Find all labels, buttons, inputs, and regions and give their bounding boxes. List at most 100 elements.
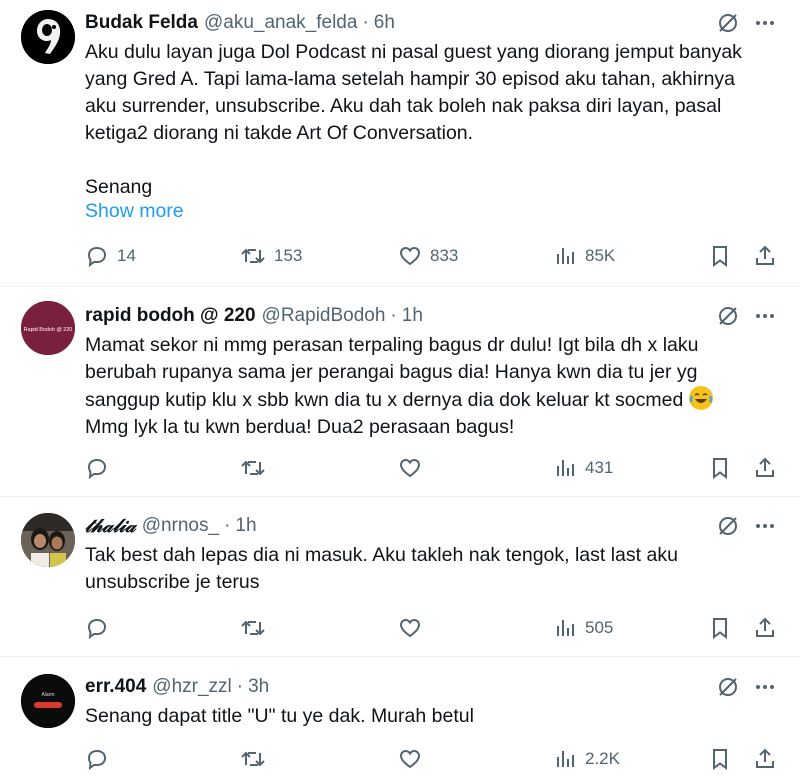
views-bars-icon	[557, 460, 574, 476]
timestamp[interactable]: 6h	[374, 12, 395, 34]
more-dots-icon[interactable]	[754, 515, 776, 537]
like-button[interactable]	[398, 454, 430, 482]
user-handle[interactable]: @aku_anak_felda	[204, 12, 357, 34]
retweet-count: 153	[274, 246, 303, 265]
views-bars-icon	[557, 620, 574, 636]
action-bar: 431	[85, 454, 777, 482]
retweet-button[interactable]	[240, 614, 274, 642]
tweet-line: aku surrender, unsubscribe. Aku dah tak …	[85, 95, 722, 117]
reply-count: 14	[117, 246, 136, 265]
tweet-text: Aku dulu layan juga Dol Podcast ni pasal…	[85, 39, 775, 201]
retweet-icon	[241, 460, 265, 476]
views-count: 505	[585, 618, 614, 637]
retweet-button[interactable]	[240, 745, 274, 773]
views-button[interactable]: 2.2K	[555, 745, 620, 773]
tweet-line: Aku dulu layan juga Dol Podcast ni pasal…	[85, 41, 742, 63]
reply-button[interactable]: 14	[85, 242, 136, 270]
views-button[interactable]: 431	[555, 454, 613, 482]
user-handle[interactable]: @nrnos_	[142, 515, 219, 537]
heart-icon	[399, 246, 421, 266]
action-bar: 505	[85, 614, 777, 642]
tweet[interactable]: 𝓉𝒽𝒶𝓁𝒾𝒶 @nrnos_ · 1h Tak best dah lepas d…	[0, 497, 800, 657]
tweet-line: berubah rupanya sama jer perangai bagus …	[85, 361, 698, 383]
retweet-button[interactable]	[240, 454, 274, 482]
share-upload-icon	[756, 245, 774, 265]
more-dots-icon[interactable]	[754, 12, 776, 34]
slash-circle-icon[interactable]	[716, 11, 740, 35]
bookmark-icon	[713, 246, 727, 267]
views-button[interactable]: 85K	[555, 242, 615, 270]
tweet-line: Mamat sekor ni mmg perasan terpaling bag…	[85, 334, 699, 356]
show-more-link[interactable]: Show more	[85, 200, 184, 223]
display-name[interactable]: rapid bodoh @ 220	[85, 305, 256, 327]
bookmark-button[interactable]	[709, 745, 731, 773]
like-button[interactable]: 833	[398, 242, 458, 270]
views-count: 85K	[585, 246, 616, 265]
timestamp[interactable]: 1h	[402, 305, 423, 327]
slash-circle-icon[interactable]	[716, 304, 740, 328]
avatar[interactable]: Rapid Bodoh @ 220	[21, 301, 75, 355]
display-name[interactable]: Budak Felda	[85, 12, 198, 34]
heart-icon	[399, 618, 421, 638]
share-button[interactable]	[753, 242, 777, 270]
face-with-tears-of-joy-icon	[688, 386, 713, 410]
tweet-line: yang Gred A. Tapi lama-lama setelah hamp…	[85, 68, 736, 90]
tweet-line: unsubscribe je terus	[85, 571, 260, 593]
share-button[interactable]	[753, 745, 777, 773]
avatar-text: Alarm	[41, 692, 54, 698]
separator-dot: ·	[362, 12, 369, 33]
separator-dot: ·	[236, 676, 244, 697]
reply-button[interactable]	[85, 454, 117, 482]
tweet-line-text: sanggup kutip klu x sbb kwn dia tu x der…	[85, 389, 684, 411]
slash-circle-icon[interactable]	[716, 675, 740, 699]
heart-icon	[399, 749, 421, 769]
views-bars-icon	[557, 751, 574, 767]
tweet[interactable]: Alarm err.404 @hzr_zzl · 3h Senang dapat…	[0, 657, 800, 783]
reply-button[interactable]	[85, 745, 117, 773]
bookmark-button[interactable]	[709, 614, 731, 642]
display-name[interactable]: err.404	[85, 676, 146, 698]
slash-circle-icon[interactable]	[716, 514, 740, 538]
views-button[interactable]: 505	[555, 614, 613, 642]
reply-feed: Budak Felda @aku_anak_felda · 6h Aku dul…	[0, 0, 800, 783]
tweet-header: 𝓉𝒽𝒶𝓁𝒾𝒶 @nrnos_ · 1h	[85, 513, 257, 539]
retweet-icon	[241, 751, 265, 767]
bookmark-button[interactable]	[709, 242, 731, 270]
bookmark-icon	[713, 458, 727, 479]
reply-button[interactable]	[85, 614, 117, 642]
timestamp[interactable]: 3h	[248, 676, 269, 698]
tweet-line: Senang	[85, 176, 153, 198]
views-bars-icon	[557, 248, 574, 264]
user-handle[interactable]: @RapidBodoh	[262, 305, 386, 327]
avatar[interactable]: Alarm	[21, 674, 75, 728]
like-button[interactable]	[398, 614, 430, 642]
reply-bubble-icon	[87, 246, 107, 268]
retweet-icon	[241, 620, 265, 636]
share-button[interactable]	[753, 454, 777, 482]
share-button[interactable]	[753, 614, 777, 642]
action-bar: 14 153 833 85K	[85, 242, 777, 270]
tweet-line: Senang dapat title "U" tu ye dak. Murah …	[85, 705, 474, 727]
retweet-button[interactable]: 153	[240, 242, 302, 270]
display-name[interactable]: 𝓉𝒽𝒶𝓁𝒾𝒶	[85, 515, 136, 537]
avatar[interactable]	[21, 513, 75, 567]
more-dots-icon[interactable]	[754, 305, 776, 327]
separator-dot: ·	[390, 305, 397, 326]
timestamp[interactable]: 1h	[235, 515, 256, 537]
avatar[interactable]	[21, 10, 75, 64]
bookmark-button[interactable]	[709, 454, 731, 482]
tweet-header: Budak Felda @aku_anak_felda · 6h	[85, 10, 395, 36]
reply-bubble-icon	[87, 749, 107, 771]
bookmark-icon	[713, 749, 727, 770]
like-button[interactable]	[398, 745, 430, 773]
tweet[interactable]: Budak Felda @aku_anak_felda · 6h Aku dul…	[0, 0, 800, 287]
more-dots-icon[interactable]	[754, 676, 776, 698]
tweet[interactable]: Rapid Bodoh @ 220 rapid bodoh @ 220 @Rap…	[0, 287, 800, 497]
bookmark-icon	[713, 618, 727, 639]
retweet-icon	[241, 248, 265, 264]
user-handle[interactable]: @hzr_zzl	[152, 676, 231, 698]
reply-bubble-icon	[87, 618, 107, 640]
tweet-line	[85, 147, 775, 174]
reply-bubble-icon	[87, 458, 107, 480]
share-upload-icon	[756, 748, 774, 768]
